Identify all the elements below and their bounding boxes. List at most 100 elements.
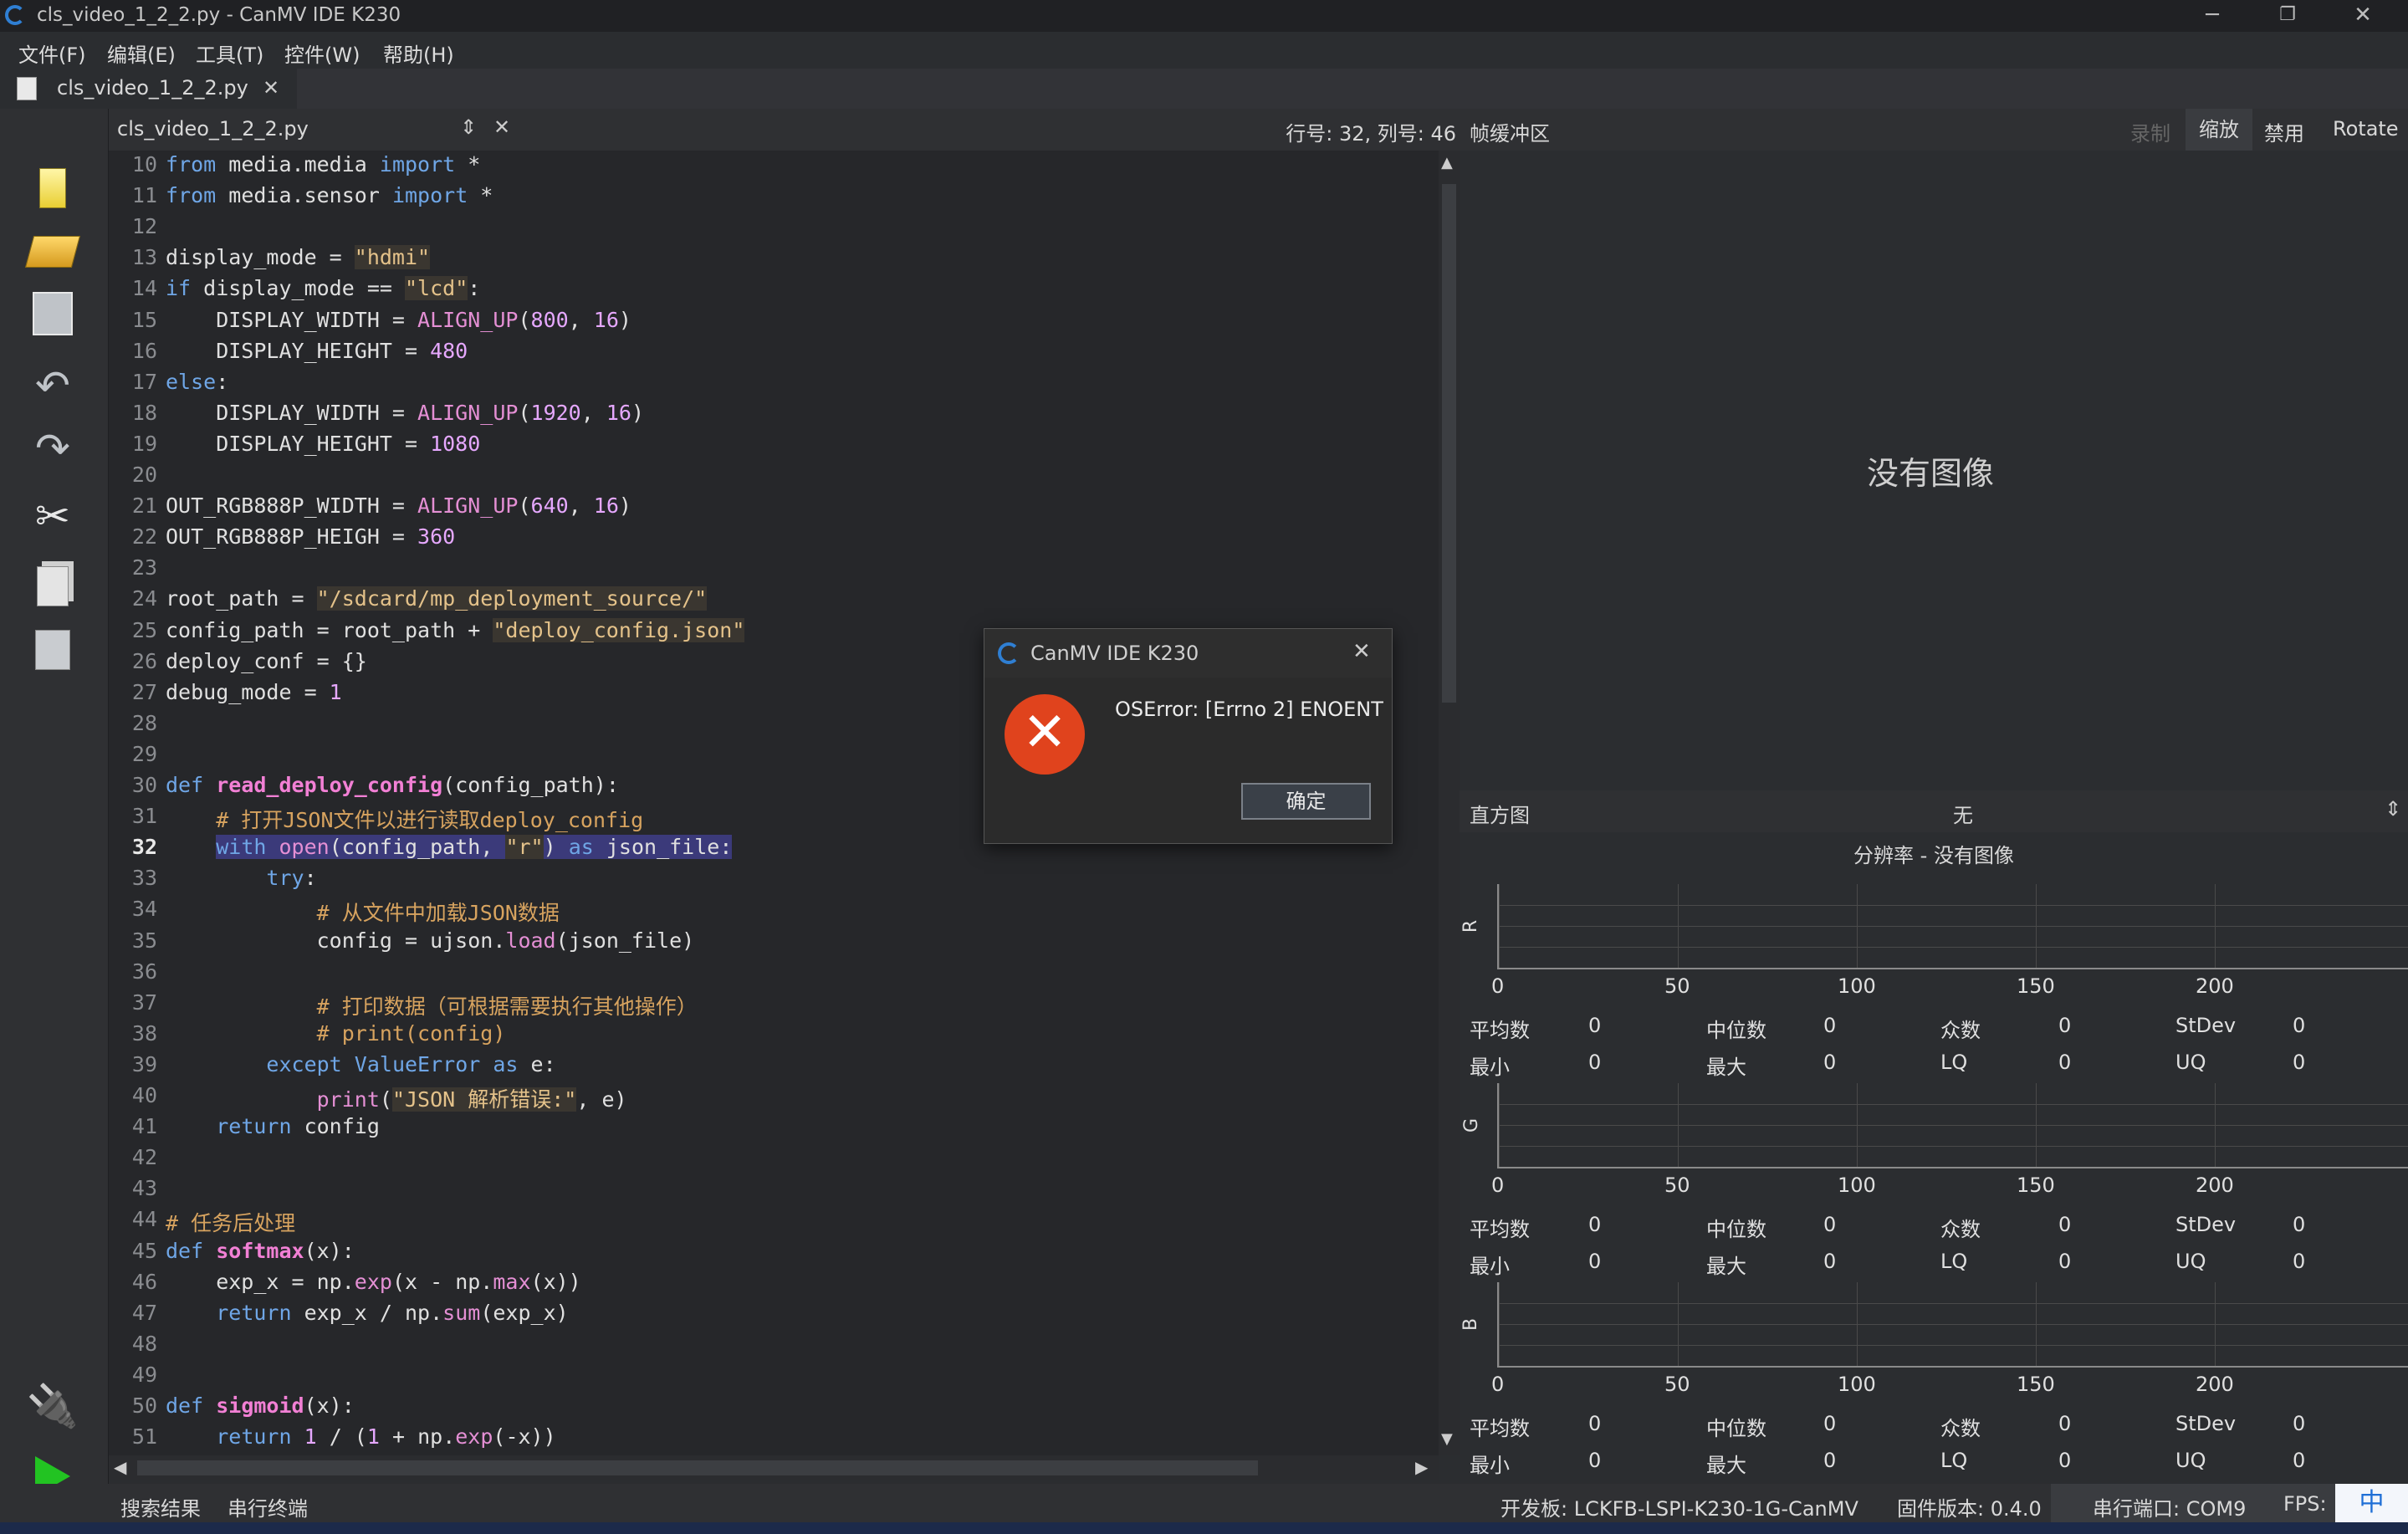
scroll-up-icon[interactable]: ▲ [1441, 154, 1453, 171]
copy-icon [37, 565, 69, 606]
save-button[interactable] [25, 284, 80, 336]
new-file-button[interactable] [25, 159, 80, 211]
code-line[interactable]: return exp_x / np.sum(exp_x) [166, 1301, 568, 1325]
code-line[interactable]: # 打开JSON文件以进行读取deploy_config [166, 804, 643, 834]
ok-button[interactable]: 确定 [1241, 783, 1371, 820]
redo-button[interactable]: ↷ [25, 422, 80, 474]
code-line[interactable]: # print(config) [166, 1021, 506, 1046]
code-line[interactable]: deploy_conf = {} [166, 649, 367, 673]
code-line[interactable]: config_path = root_path + "deploy_config… [166, 617, 745, 642]
menu-file[interactable]: 文件(F) [18, 38, 86, 68]
scroll-right-icon[interactable]: ▶ [1415, 1457, 1428, 1477]
code-line[interactable]: # 打印数据（可根据需要执行其他操作） [166, 990, 698, 1020]
rotate-button[interactable]: Rotate [2333, 117, 2399, 141]
code-line[interactable]: with open(config_path, "r") as json_file… [166, 835, 733, 860]
menu-tools[interactable]: 工具(T) [196, 38, 263, 68]
axis-tick-label: 150 [2017, 974, 2055, 998]
code-line[interactable]: return 1 / (1 + np.exp(-x)) [166, 1424, 555, 1449]
code-line[interactable]: OUT_RGB888P_HEIGH = 360 [166, 524, 455, 549]
grid-line [1499, 1146, 2408, 1147]
cut-button[interactable]: ✂ [25, 490, 80, 542]
tab-close-button[interactable]: ✕ [263, 76, 279, 100]
code-line[interactable]: print("JSON 解析错误:", e) [166, 1083, 627, 1113]
minimize-button[interactable]: ─ [2175, 0, 2250, 32]
line-number: 28 [131, 710, 157, 735]
grid-line [1499, 1345, 2408, 1346]
paste-button[interactable] [25, 621, 80, 672]
code-line[interactable]: def sigmoid(x): [166, 1393, 355, 1418]
horizontal-scroll-thumb[interactable] [137, 1460, 1258, 1475]
line-number: 25 [131, 617, 157, 642]
line-number: 51 [131, 1424, 157, 1450]
code-line[interactable]: except ValueError as e: [166, 1052, 555, 1076]
code-line[interactable]: config = ujson.load(json_file) [166, 928, 695, 953]
stat-uq: 0 [2293, 1051, 2306, 1074]
code-line[interactable]: # 从文件中加载JSON数据 [166, 897, 560, 927]
histogram-mode-select[interactable]: 无 [1953, 799, 1973, 828]
code-line[interactable]: # 任务后处理 [166, 1207, 295, 1237]
stat-stdev: 0 [2293, 1014, 2306, 1037]
status-bar: 搜索结果 串行终端 开发板: LCKFB-LSPI-K230-1G-CanMV … [0, 1484, 2408, 1522]
code-line[interactable]: debug_mode = 1 [166, 680, 342, 704]
code-line[interactable]: DISPLAY_HEIGHT = 1080 [166, 432, 480, 456]
code-line[interactable]: OUT_RGB888P_WIDTH = ALIGN_UP(640, 16) [166, 493, 631, 518]
disable-button[interactable]: 禁用 [2264, 117, 2304, 146]
channel-label: G [1461, 1117, 1483, 1133]
vertical-scroll-thumb[interactable] [1442, 184, 1456, 703]
line-number: 37 [131, 989, 157, 1015]
serial-port[interactable]: 串行端口: COM9 [2093, 1492, 2246, 1521]
code-line[interactable]: root_path = "/sdcard/mp_deployment_sourc… [166, 586, 708, 611]
axis-tick-label: 150 [2017, 1373, 2055, 1396]
menu-edit[interactable]: 编辑(E) [107, 38, 176, 68]
resolution-label: 分辨率 - 没有图像 [1853, 844, 2014, 867]
code-line[interactable]: display_mode = "hdmi" [166, 245, 431, 270]
connect-button[interactable]: 🔌 [25, 1380, 80, 1432]
code-line[interactable]: if display_mode == "lcd": [166, 276, 480, 301]
stat-max-label: 最大 [1706, 1056, 1746, 1079]
code-line[interactable]: DISPLAY_WIDTH = ALIGN_UP(800, 16) [166, 308, 631, 332]
dialog-close-button[interactable]: ✕ [1352, 639, 1371, 664]
code-line[interactable]: def read_deploy_config(config_path): [166, 773, 619, 797]
zoom-button[interactable]: 缩放 [2186, 109, 2252, 151]
scroll-left-icon[interactable]: ◀ [114, 1457, 126, 1477]
code-line[interactable]: else: [166, 370, 228, 394]
close-document-icon[interactable]: ✕ [493, 115, 510, 139]
serial-terminal-tab[interactable]: 串行终端 [228, 1492, 308, 1521]
menu-widgets[interactable]: 控件(W) [284, 38, 360, 68]
stat-median: 0 [1823, 1412, 1837, 1435]
code-line[interactable]: DISPLAY_HEIGHT = 480 [166, 339, 468, 363]
code-line[interactable]: return config [166, 1114, 380, 1138]
search-results-tab[interactable]: 搜索结果 [120, 1492, 201, 1521]
maximize-button[interactable]: ❐ [2250, 0, 2325, 32]
file-selector[interactable]: cls_video_1_2_2.py [117, 117, 309, 141]
left-toolbar: ↶ ↷ ✂ 🔌 [0, 109, 109, 1496]
close-window-button[interactable]: ✕ [2325, 0, 2400, 32]
copy-button[interactable] [25, 557, 80, 609]
code-line[interactable]: DISPLAY_WIDTH = ALIGN_UP(1920, 16) [166, 401, 644, 425]
stat-min: 0 [1588, 1449, 1602, 1472]
scroll-down-icon[interactable]: ▼ [1441, 1430, 1453, 1448]
stat-max: 0 [1823, 1449, 1837, 1472]
ime-indicator[interactable]: 中 [2335, 1484, 2408, 1522]
code-line[interactable]: exp_x = np.exp(x - np.max(x)) [166, 1270, 581, 1294]
histogram-header: 直方图 无 ⇕ [1460, 790, 2408, 832]
grid-line [1499, 947, 2408, 948]
code-line[interactable]: def softmax(x): [166, 1239, 355, 1263]
code-line[interactable]: from media.media import * [166, 152, 480, 176]
menu-help[interactable]: 帮助(H) [383, 38, 454, 68]
error-dialog: CanMV IDE K230 ✕ ✕ OSError: [Errno 2] EN… [984, 628, 1393, 844]
undo-button[interactable]: ↶ [25, 360, 80, 412]
histogram-mode-arrows-icon[interactable]: ⇕ [2385, 797, 2401, 821]
record-button[interactable]: 录制 [2130, 117, 2170, 146]
tab-cls-video[interactable]: cls_video_1_2_2.py ✕ [0, 69, 297, 109]
axis-tick-label: 100 [1838, 974, 1876, 998]
editor-horizontal-scrollbar[interactable]: ◀ ▶ [109, 1455, 1439, 1480]
line-number: 41 [131, 1114, 157, 1139]
stat-min-label: 最小 [1470, 1056, 1510, 1079]
line-number: 35 [131, 928, 157, 953]
code-line[interactable]: try: [166, 866, 316, 890]
code-line[interactable]: from media.sensor import * [166, 183, 493, 207]
editor-vertical-scrollbar[interactable]: ▲ ▼ [1439, 151, 1460, 1455]
open-file-button[interactable] [24, 222, 81, 274]
file-selector-arrows-icon[interactable]: ⇕ [460, 115, 477, 139]
